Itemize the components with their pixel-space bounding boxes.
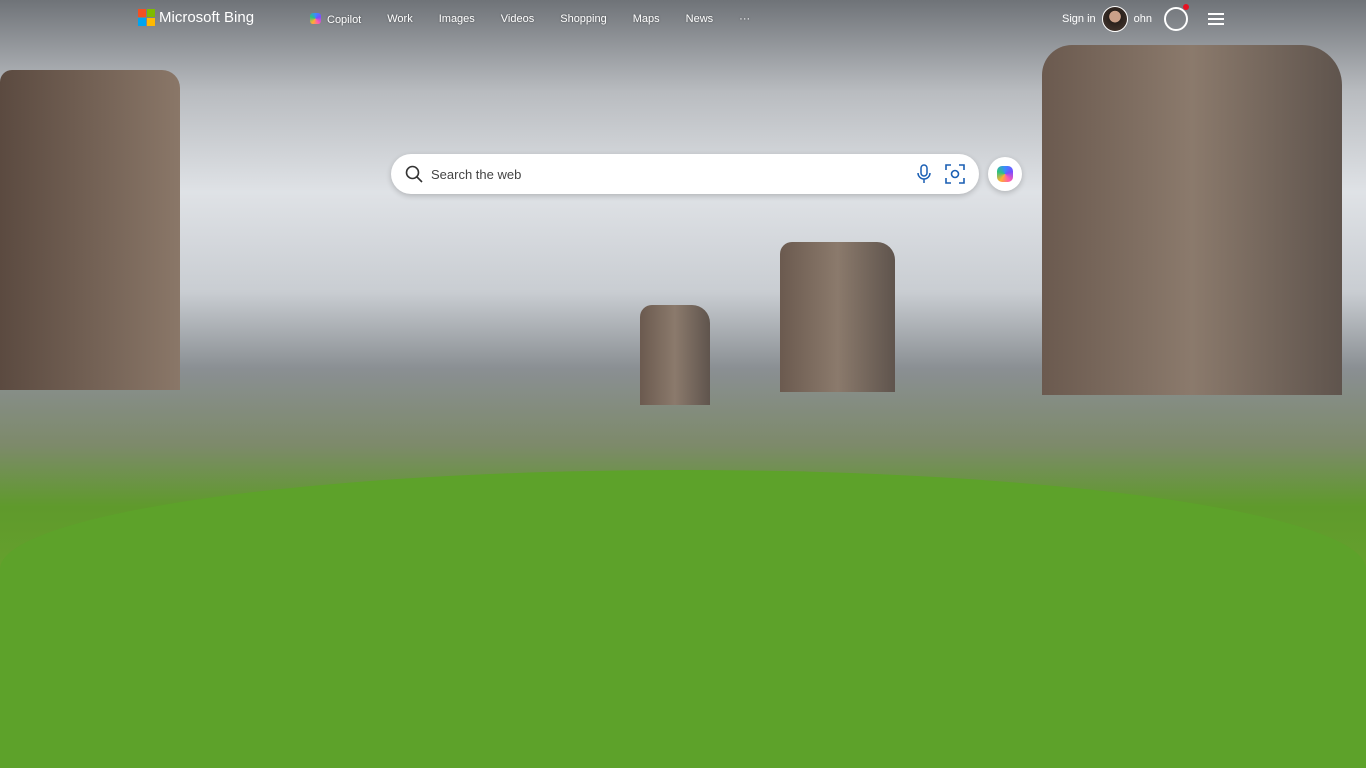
user-name[interactable]: ohn bbox=[1134, 13, 1152, 25]
search-input[interactable] bbox=[431, 166, 915, 182]
avatar[interactable] bbox=[1101, 6, 1128, 32]
account-area: Sign in ohn bbox=[1062, 4, 1224, 32]
nav-news[interactable]: News bbox=[686, 13, 714, 26]
nav-maps[interactable]: Maps bbox=[633, 13, 660, 26]
rock-tower bbox=[780, 242, 895, 392]
search-icon bbox=[405, 165, 423, 183]
hamburger-menu-icon[interactable] bbox=[1208, 10, 1224, 28]
nav-images[interactable]: Images bbox=[439, 13, 475, 26]
notification-dot bbox=[1183, 4, 1189, 10]
nav-videos[interactable]: Videos bbox=[501, 13, 534, 26]
copilot-button[interactable] bbox=[988, 157, 1022, 191]
bing-logo[interactable]: Microsoft Bing bbox=[138, 9, 254, 26]
copilot-icon bbox=[997, 166, 1013, 182]
nav-links: Copilot Work Images Videos Shopping Maps… bbox=[310, 13, 776, 26]
nav-work[interactable]: Work bbox=[387, 13, 412, 26]
microphone-icon[interactable] bbox=[915, 164, 933, 184]
meadow bbox=[0, 470, 1366, 768]
nav-copilot[interactable]: Copilot bbox=[310, 13, 361, 26]
visual-search-icon[interactable] bbox=[945, 164, 965, 184]
more-menu-button[interactable]: ··· bbox=[739, 13, 750, 26]
nav-shopping[interactable]: Shopping bbox=[560, 13, 607, 26]
rock-tower bbox=[1042, 45, 1342, 395]
copilot-icon bbox=[310, 13, 321, 24]
mountain bbox=[0, 70, 180, 390]
sign-in-link[interactable]: Sign in bbox=[1062, 13, 1096, 25]
brand-name: Microsoft Bing bbox=[159, 9, 255, 26]
rock-tower bbox=[640, 305, 710, 405]
microsoft-logo-icon bbox=[138, 9, 155, 26]
top-bar: Microsoft Bing Copilot Work Images Video… bbox=[0, 0, 1366, 40]
rewards-icon[interactable] bbox=[1164, 4, 1189, 31]
search-box bbox=[391, 154, 979, 194]
